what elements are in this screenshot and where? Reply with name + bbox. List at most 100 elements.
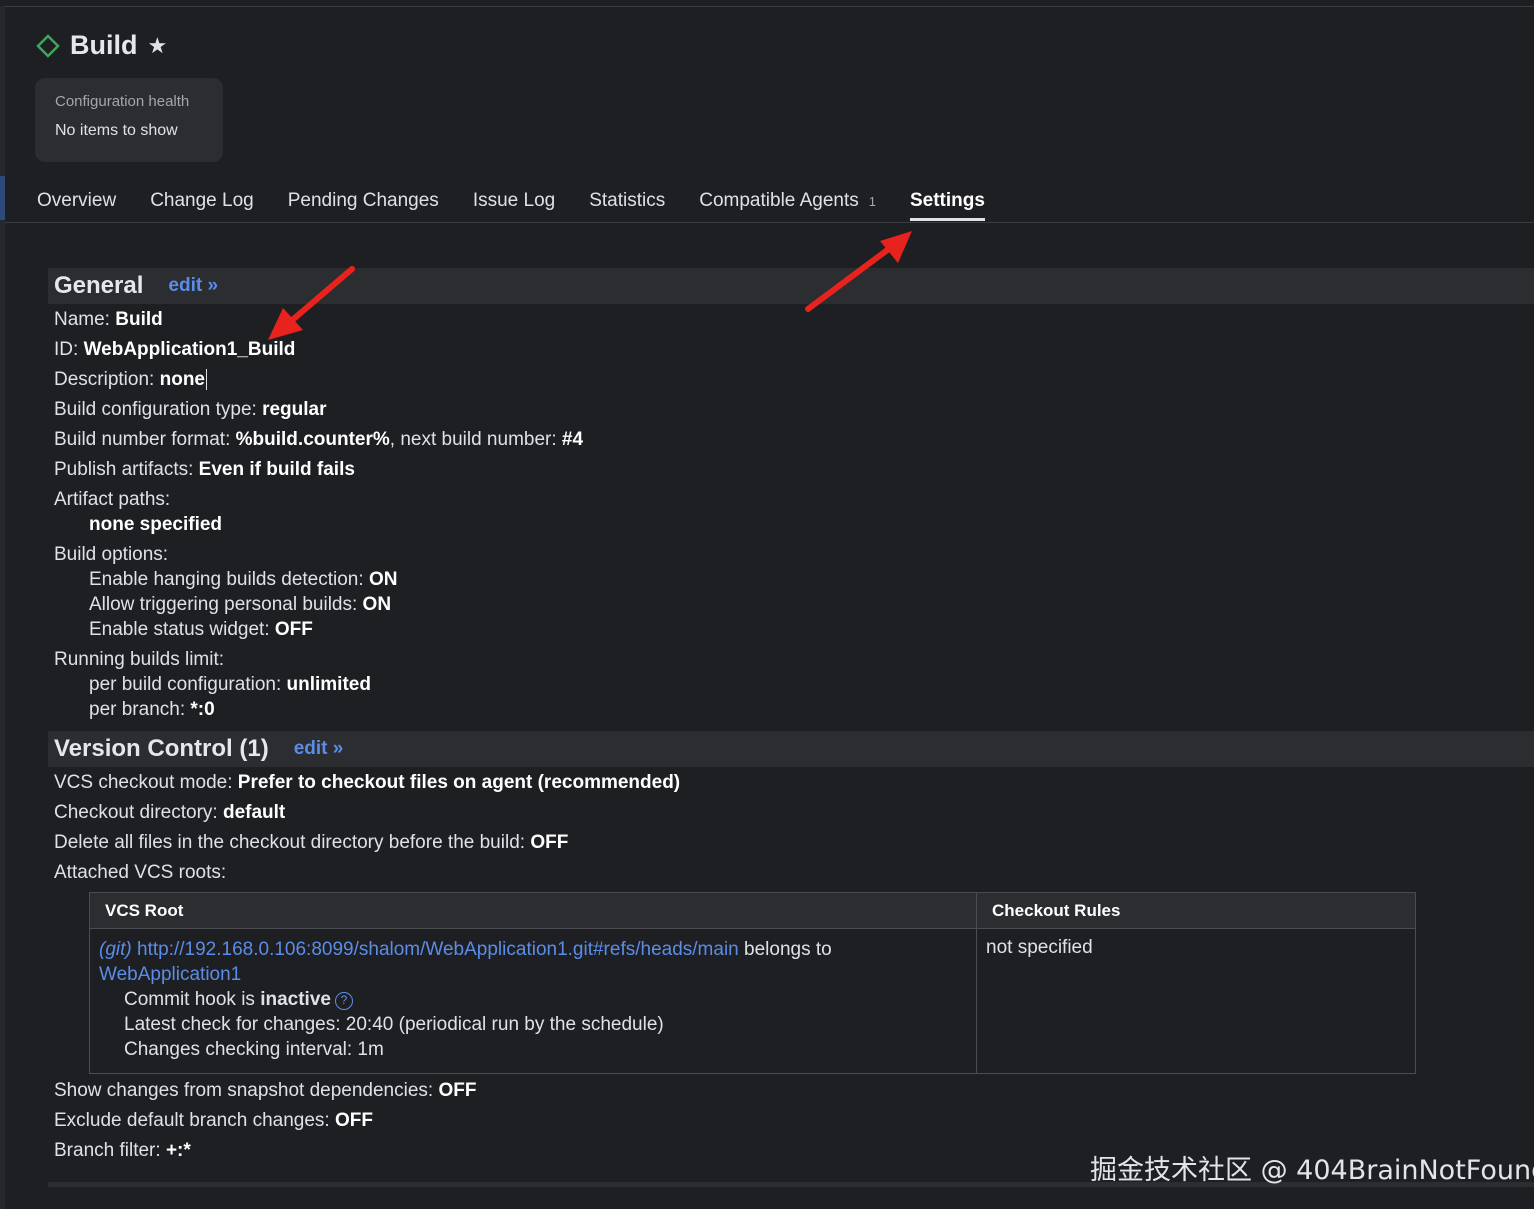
belongs-to-text: belongs to	[738, 939, 832, 960]
value: +:*	[165, 1140, 191, 1161]
watermark: 掘金技术社区 @ 404BrainNotFound	[1090, 1155, 1534, 1186]
description-row: Description: none	[54, 369, 207, 391]
value: Even if build fails	[198, 459, 355, 480]
vcs-edit-link[interactable]: edit »	[294, 738, 344, 760]
artifact-paths-label: Artifact paths:	[54, 489, 171, 510]
personal-builds-row: Allow triggering personal builds: ON	[89, 594, 391, 616]
project-link[interactable]: WebApplication1	[99, 964, 241, 985]
delete-files-row: Delete all files in the checkout directo…	[54, 832, 568, 854]
value: default	[222, 802, 286, 823]
tab-count-badge: 1	[868, 194, 876, 209]
value: regular	[262, 399, 327, 420]
vcs-section-title: Version Control (1)	[54, 735, 269, 762]
branch-filter-row: Branch filter: +:*	[54, 1140, 191, 1162]
label: Build number format:	[54, 429, 236, 450]
value: ON	[362, 594, 392, 615]
health-value: No items to show	[55, 122, 178, 139]
table-header: VCS Root Checkout Rules	[90, 893, 1415, 929]
label: Enable hanging builds detection:	[89, 569, 369, 590]
label: , next build number:	[389, 429, 562, 450]
exclude-default-branch-row: Exclude default branch changes: OFF	[54, 1110, 373, 1132]
vcs-root-cell: (git) http://192.168.0.106:8099/shalom/W…	[90, 929, 977, 1073]
label: Name:	[54, 309, 116, 330]
table-row: (git) http://192.168.0.106:8099/shalom/W…	[90, 929, 1415, 1073]
tab-change-log[interactable]: Change Log	[150, 190, 254, 222]
latest-check-line: Latest check for changes: 20:40 (periodi…	[124, 1014, 664, 1035]
attached-roots-label: Attached VCS roots:	[54, 862, 227, 883]
checkout-directory-row: Checkout directory: default	[54, 802, 285, 824]
top-border	[0, 6, 1534, 7]
label: Checkout directory:	[54, 802, 223, 823]
label: Branch filter:	[54, 1140, 166, 1161]
star-icon[interactable]: ★	[148, 33, 168, 59]
value: OFF	[274, 619, 313, 640]
checkout-rules-cell: not specified	[986, 937, 1093, 958]
tabs-divider	[5, 222, 1534, 223]
artifact-paths-value: none specified	[89, 514, 222, 536]
build-options-label: Build options:	[54, 544, 169, 565]
general-section-header: General edit »	[48, 268, 1534, 304]
help-icon[interactable]: ?	[334, 992, 353, 1010]
column-header-vcs-root: VCS Root	[90, 893, 977, 928]
tab-label: Compatible Agents	[699, 190, 859, 211]
value: unlimited	[286, 674, 371, 695]
label: Description:	[54, 369, 160, 390]
green-diamond-icon	[36, 33, 60, 58]
tab-overview[interactable]: Overview	[37, 190, 116, 222]
label: Allow triggering personal builds:	[89, 594, 363, 615]
general-edit-link[interactable]: edit »	[168, 275, 218, 297]
value: inactive	[260, 989, 331, 1010]
vcs-roots-table: VCS Root Checkout Rules (git) http://192…	[89, 892, 1416, 1074]
label: Exclude default branch changes:	[54, 1110, 335, 1131]
label: Delete all files in the checkout directo…	[54, 832, 531, 853]
value: ON	[368, 569, 398, 590]
value: none	[159, 369, 205, 390]
tab-pending-changes[interactable]: Pending Changes	[288, 190, 439, 222]
value: #4	[561, 429, 584, 450]
vcs-section-header: Version Control (1) edit »	[48, 731, 1534, 767]
value: none specified	[89, 514, 223, 535]
vcs-root-link[interactable]: http://192.168.0.106:8099/shalom/WebAppl…	[137, 939, 739, 960]
value: Prefer to checkout files on agent (recom…	[237, 772, 681, 793]
status-widget-row: Enable status widget: OFF	[89, 619, 313, 641]
publish-artifacts-row: Publish artifacts: Even if build fails	[54, 459, 355, 481]
per-config-limit-row: per build configuration: unlimited	[89, 674, 371, 696]
page-title: Build	[70, 30, 138, 60]
health-title: Configuration health	[55, 93, 190, 110]
config-type-row: Build configuration type: regular	[54, 399, 327, 421]
label: per build configuration:	[89, 674, 287, 695]
text-cursor	[206, 369, 207, 390]
label: Build configuration type:	[54, 399, 263, 420]
value: *:0	[190, 699, 215, 720]
tab-issue-log[interactable]: Issue Log	[473, 190, 555, 222]
snapshot-deps-row: Show changes from snapshot dependencies:…	[54, 1080, 476, 1102]
value: OFF	[334, 1110, 373, 1131]
name-row: Name: Build	[54, 309, 163, 331]
checkout-mode-row: VCS checkout mode: Prefer to checkout fi…	[54, 772, 680, 794]
general-section-title: General	[54, 272, 144, 299]
page-header: Build ★	[36, 30, 167, 61]
tab-compatible-agents[interactable]: Compatible Agents 1	[699, 190, 876, 222]
id-row: ID: WebApplication1_Build	[54, 339, 295, 361]
column-header-checkout-rules: Checkout Rules	[992, 901, 1121, 920]
tab-settings[interactable]: Settings	[909, 190, 985, 222]
value: %build.counter%	[235, 429, 390, 450]
tab-statistics[interactable]: Statistics	[589, 190, 665, 222]
label: per branch:	[89, 699, 191, 720]
configuration-health-card: Configuration health No items to show	[35, 78, 223, 162]
label: VCS checkout mode:	[54, 772, 238, 793]
build-number-format-row: Build number format: %build.counter%, ne…	[54, 429, 583, 451]
vcs-type: (git)	[99, 939, 132, 960]
value: OFF	[438, 1080, 477, 1101]
value: WebApplication1_Build	[83, 339, 296, 360]
running-builds-limit-label: Running builds limit:	[54, 649, 225, 670]
value: OFF	[530, 832, 569, 853]
check-interval-line: Changes checking interval: 1m	[124, 1039, 384, 1060]
hanging-builds-row: Enable hanging builds detection: ON	[89, 569, 397, 591]
label: Commit hook is	[124, 989, 261, 1010]
label: ID:	[54, 339, 84, 360]
value: Build	[115, 309, 163, 330]
commit-hook-line: Commit hook is inactive?	[99, 987, 976, 1012]
per-branch-limit-row: per branch: *:0	[89, 699, 215, 721]
tab-bar: Overview Change Log Pending Changes Issu…	[37, 190, 1019, 222]
